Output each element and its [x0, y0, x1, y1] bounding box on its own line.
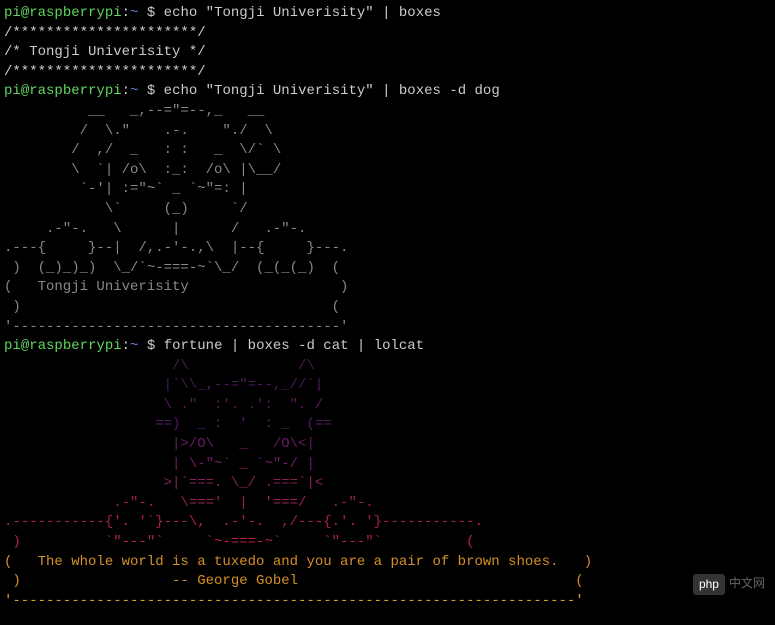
- prompt-dollar: $: [138, 83, 163, 99]
- dog-art-line: ) (: [4, 298, 771, 318]
- dog-art-content: ( Tongji Univerisity ): [4, 278, 771, 298]
- prompt-line-1: pi@raspberrypi:~ $ echo "Tongji Univeris…: [4, 4, 771, 24]
- cat-art-line: /\ /\: [4, 357, 771, 377]
- cat-art-line: .-"-. \===' | '===/ .-"-.: [4, 494, 771, 514]
- dog-art-line: \` (_) `/: [4, 200, 771, 220]
- prompt-dollar: $: [138, 338, 163, 354]
- prompt-colon: :: [122, 5, 130, 21]
- prompt-user: pi: [4, 83, 21, 99]
- cat-art-line: >|`===. \_/ .===`|<: [4, 474, 771, 494]
- boxes-output-line1: /**********************/: [4, 24, 771, 44]
- prompt-colon: :: [122, 83, 130, 99]
- fortune-quote: ( The whole world is a tuxedo and you ar…: [4, 553, 771, 573]
- boxes-output-line2: /* Tongji Univerisity */: [4, 43, 771, 63]
- prompt-host: raspberrypi: [29, 5, 121, 21]
- cat-art-line: ==) _ : ' : _ (==: [4, 415, 771, 435]
- dog-art-line: .-"-. \ | / .-"-.: [4, 220, 771, 240]
- cat-art-line: \ ." :'. .': ". /: [4, 396, 771, 416]
- cat-art-line: | \-"~` _ `~"-/ |: [4, 455, 771, 475]
- dog-art-line: '---------------------------------------…: [4, 318, 771, 338]
- dog-art-line: `-'| :="~` _ `~"=: |: [4, 180, 771, 200]
- boxes-output-line3: /**********************/: [4, 63, 771, 83]
- prompt-user: pi: [4, 338, 21, 354]
- watermark-text: 中文网: [729, 576, 765, 593]
- cat-art-line: ) `"---"` `~-===-~` `"---"` (: [4, 533, 771, 553]
- prompt-colon: :: [122, 338, 130, 354]
- prompt-line-2: pi@raspberrypi:~ $ echo "Tongji Univeris…: [4, 82, 771, 102]
- prompt-host: raspberrypi: [29, 338, 121, 354]
- prompt-line-3: pi@raspberrypi:~ $ fortune | boxes -d ca…: [4, 337, 771, 357]
- watermark: php 中文网: [693, 574, 765, 595]
- terminal[interactable]: pi@raspberrypi:~ $ echo "Tongji Univeris…: [4, 4, 771, 611]
- cat-art-line: |`\\_,--="=--,_//`|: [4, 376, 771, 396]
- dog-art-line: __ _,--="=--,_ __: [4, 102, 771, 122]
- prompt-at: @: [21, 83, 29, 99]
- command-3: fortune | boxes -d cat | lolcat: [164, 338, 424, 354]
- cat-art-line: .-----------{'. '`}---\, .-'-. ,/---{.'.…: [4, 513, 771, 533]
- dog-art-line: \ `| /o\ :_: /o\ |\__/: [4, 161, 771, 181]
- prompt-at: @: [21, 5, 29, 21]
- cat-art-line: |>/O\ _ /O\<|: [4, 435, 771, 455]
- dog-art-line: / ,/ _ : : _ \/` \: [4, 141, 771, 161]
- command-1: echo "Tongji Univerisity" | boxes: [164, 5, 441, 21]
- dog-art-line: ) (_)_)_) \_/`~-===-~`\_/ (_(_(_) (: [4, 259, 771, 279]
- prompt-at: @: [21, 338, 29, 354]
- prompt-host: raspberrypi: [29, 83, 121, 99]
- fortune-attribution: ) -- George Gobel (: [4, 572, 771, 592]
- prompt-dollar: $: [138, 5, 163, 21]
- watermark-logo: php: [693, 574, 725, 595]
- dog-art-line: .---{ }--| /,.-'-.,\ |--{ }---.: [4, 239, 771, 259]
- dog-art-line: / \." .-. "./ \: [4, 122, 771, 142]
- command-2: echo "Tongji Univerisity" | boxes -d dog: [164, 83, 500, 99]
- prompt-user: pi: [4, 5, 21, 21]
- cat-art-line: '---------------------------------------…: [4, 592, 771, 612]
